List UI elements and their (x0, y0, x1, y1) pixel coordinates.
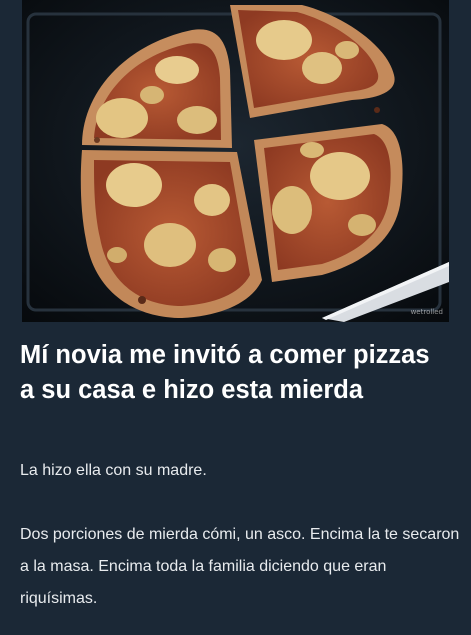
post-card: wetrolled Mí novia me invitó a comer piz… (0, 0, 471, 635)
post-image[interactable]: wetrolled (22, 0, 449, 322)
image-watermark: wetrolled (410, 308, 443, 316)
post-paragraph-2: Dos porciones de mierda cómi, un asco. E… (20, 526, 460, 607)
pizza-photo (22, 0, 449, 322)
post-body: La hizo ella con su madre. Dos porciones… (20, 455, 460, 615)
post-paragraph-1: La hizo ella con su madre. (20, 462, 207, 479)
post-title: Mí novia me invitó a comer pizzas a su c… (20, 341, 430, 404)
